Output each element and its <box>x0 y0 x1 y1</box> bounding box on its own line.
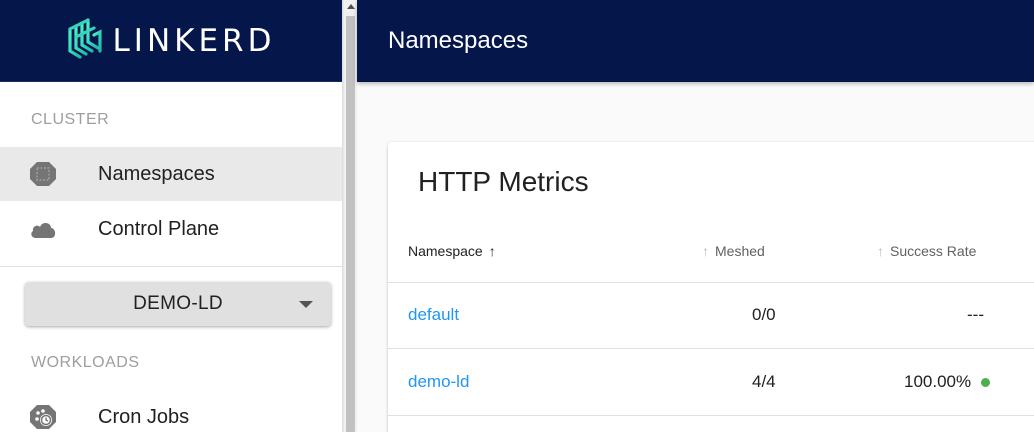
row-divider <box>388 282 1034 283</box>
sidebar-divider <box>0 266 342 267</box>
sidebar-item-label: Cron Jobs <box>98 405 190 428</box>
sidebar: LINKERD CLUSTER Namespaces Control Plane… <box>0 0 343 432</box>
namespace-link[interactable]: demo-ld <box>408 372 469 392</box>
page-title: Namespaces <box>388 27 529 54</box>
success-rate-value: --- <box>967 305 984 324</box>
scrollbar-thumb[interactable] <box>346 16 355 432</box>
sidebar-item-namespaces[interactable]: Namespaces <box>0 147 342 201</box>
http-metrics-card: HTTP Metrics Namespace ↑ ↑ Meshed ↑ Succ… <box>388 142 1034 432</box>
cluster-section-title: CLUSTER <box>31 111 110 128</box>
namespace-select-value: DEMO-LD <box>133 293 223 314</box>
linkerd-logo-icon <box>67 17 103 64</box>
sort-arrow-up-icon: ↑ <box>488 243 496 259</box>
success-rate-value: 100.00% <box>904 372 972 391</box>
sidebar-item-control-plane[interactable]: Control Plane <box>0 202 342 256</box>
logo-bar[interactable]: LINKERD <box>0 0 342 82</box>
row-divider <box>388 348 1034 349</box>
row-divider <box>388 415 1034 416</box>
cron-jobs-icon <box>29 403 57 431</box>
brand-name: LINKERD <box>112 22 276 59</box>
namespace-link[interactable]: default <box>408 305 459 325</box>
column-header-success-rate[interactable]: ↑ Success Rate <box>877 243 976 259</box>
sidebar-scrollbar[interactable] <box>343 0 357 432</box>
app-bar: Namespaces <box>357 0 1034 82</box>
card-title: HTTP Metrics <box>418 166 589 197</box>
sidebar-item-cron-jobs[interactable]: Cron Jobs <box>0 390 342 432</box>
sort-arrow-up-icon: ↑ <box>702 243 709 259</box>
cloud-icon <box>29 215 57 243</box>
column-header-meshed[interactable]: ↑ Meshed <box>702 243 765 259</box>
sidebar-item-label: Control Plane <box>98 217 220 240</box>
namespace-select[interactable]: DEMO-LD <box>25 282 331 326</box>
meshed-value: 4/4 <box>752 372 776 391</box>
workloads-section-title: WORKLOADS <box>31 354 140 371</box>
success-rate-cell: 100.00% <box>904 372 991 392</box>
success-status-dot-icon <box>981 378 991 388</box>
caret-down-icon <box>299 301 313 308</box>
namespace-icon <box>29 160 57 188</box>
sidebar-item-label: Namespaces <box>98 162 215 185</box>
sort-arrow-up-icon: ↑ <box>877 243 884 259</box>
column-header-label: Namespace <box>408 243 483 259</box>
column-header-label: Meshed <box>715 243 765 259</box>
meshed-value: 0/0 <box>752 305 776 324</box>
scroll-up-arrow-icon[interactable] <box>347 4 355 9</box>
column-header-label: Success Rate <box>890 243 977 259</box>
column-header-namespace[interactable]: Namespace ↑ <box>408 243 496 259</box>
